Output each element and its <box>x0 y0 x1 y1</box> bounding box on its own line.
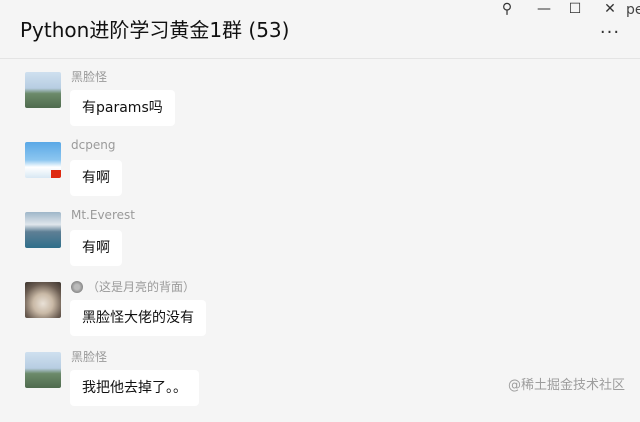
message-bubble[interactable]: 有啊 <box>70 160 122 196</box>
sender-name: dcpeng <box>71 138 116 152</box>
sender-name: 黑脸怪 <box>71 350 108 364</box>
chat-title: Python进阶学习黄金1群 (53) <box>20 18 290 42</box>
avatar[interactable] <box>25 142 61 178</box>
close-button[interactable]: ✕ <box>595 0 625 18</box>
minimize-button[interactable]: — <box>529 0 559 18</box>
message-item: （这是月亮的背面） 黑脸怪大佬的没有 <box>0 280 640 352</box>
watermark: @稀土掘金技术社区 <box>508 378 626 393</box>
avatar[interactable] <box>25 212 61 248</box>
avatar[interactable] <box>25 72 61 108</box>
avatar[interactable] <box>25 352 61 388</box>
message-item: 黑脸怪 有params吗 <box>0 70 640 142</box>
message-bubble[interactable]: 有啊 <box>70 230 122 266</box>
message-bubble[interactable]: 有params吗 <box>70 90 175 126</box>
moon-icon <box>71 281 83 293</box>
edge-text: pe <box>626 2 640 18</box>
message-bubble[interactable]: 黑脸怪大佬的没有 <box>70 300 206 336</box>
flag-icon <box>51 170 61 178</box>
sender-name: 黑脸怪 <box>71 70 108 84</box>
message-bubble[interactable]: 我把他去掉了。。 <box>70 370 199 406</box>
more-options-icon[interactable]: ··· <box>598 22 622 44</box>
sender-name: （这是月亮的背面） <box>87 280 196 294</box>
sender-name: Mt.Everest <box>71 208 135 222</box>
pin-icon[interactable]: ⚲ <box>492 0 522 18</box>
message-item: Mt.Everest 有啊 <box>0 208 640 282</box>
sender-name-with-icon: （这是月亮的背面） <box>71 278 195 295</box>
maximize-button[interactable]: ☐ <box>560 0 590 18</box>
message-item: dcpeng 有啊 <box>0 138 640 212</box>
avatar[interactable] <box>25 282 61 318</box>
title-bar: Python进阶学习黄金1群 (53) ⚲ — ☐ ✕ ··· pe <box>0 0 640 59</box>
